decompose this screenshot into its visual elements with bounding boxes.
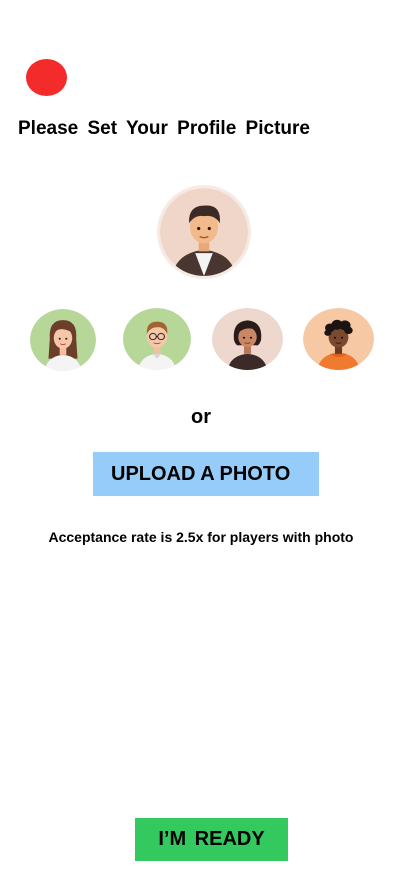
man-curly-hair-avatar-icon [303,308,374,370]
selected-avatar [160,188,248,276]
upload-photo-button[interactable]: UPLOAD A PHOTO [93,452,319,496]
acceptance-note: Acceptance rate is 2.5x for players with… [48,529,354,545]
or-divider: or [191,406,211,428]
man-glasses-avatar-icon [123,308,191,370]
man-avatar-icon [160,188,248,276]
avatar-option-man-glasses[interactable] [123,308,191,370]
ready-button[interactable]: I’M READY [135,818,288,861]
avatar-option-woman[interactable] [30,309,96,371]
page-title: Please Set Your Profile Picture [18,118,310,139]
woman-avatar-icon [30,309,96,371]
avatar-option-woman-short-hair[interactable] [212,308,283,370]
woman-short-hair-avatar-icon [212,308,283,370]
avatar-option-man-curly-hair[interactable] [303,308,374,370]
close-icon[interactable] [26,59,67,96]
